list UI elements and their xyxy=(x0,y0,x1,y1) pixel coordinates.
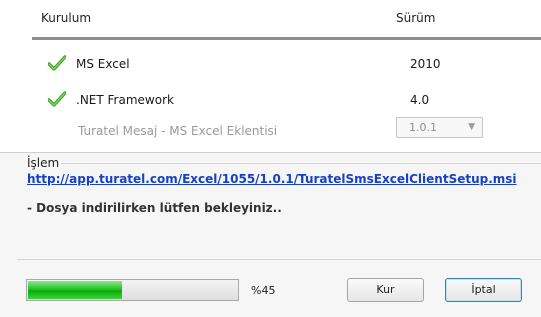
group-border xyxy=(61,163,541,164)
header-version: Sürüm xyxy=(396,11,436,25)
component-name: MS Excel xyxy=(76,57,130,71)
components-panel: Kurulum Sürüm MS Excel 2010 .NET Framewo… xyxy=(22,0,541,148)
component-version: 2010 xyxy=(410,57,441,71)
divider xyxy=(17,259,541,260)
download-status: - Dosya indirilirken lütfen bekleyiniz.. xyxy=(27,201,282,215)
header-install: Kurulum xyxy=(41,11,92,25)
component-row-turatel-addin: Turatel Mesaj - MS Excel Eklentisi 1.0.1… xyxy=(32,117,541,145)
download-progress-bar xyxy=(26,279,239,301)
component-name: Turatel Mesaj - MS Excel Eklentisi xyxy=(78,124,278,138)
components-header: Kurulum Sürüm xyxy=(32,0,541,40)
version-select-value: 1.0.1 xyxy=(409,121,437,134)
component-name: .NET Framework xyxy=(76,93,174,107)
process-group: İşlem http://app.turatel.com/Excel/1055/… xyxy=(0,152,541,248)
check-icon xyxy=(48,91,66,107)
component-row-ms-excel: MS Excel 2010 xyxy=(32,52,541,80)
process-legend: İşlem xyxy=(27,156,60,170)
progress-percent: %45 xyxy=(251,284,276,297)
progress-fill xyxy=(28,281,122,299)
cancel-button[interactable]: İptal xyxy=(445,278,522,302)
version-select[interactable]: 1.0.1 ▼ xyxy=(396,117,483,138)
download-url-link[interactable]: http://app.turatel.com/Excel/1055/1.0.1/… xyxy=(27,172,537,186)
check-icon xyxy=(48,55,66,71)
chevron-down-icon: ▼ xyxy=(468,122,475,132)
component-version: 4.0 xyxy=(410,93,430,107)
install-button[interactable]: Kur xyxy=(347,278,424,302)
action-bar: %45 Kur İptal xyxy=(0,247,541,317)
component-row-net-framework: .NET Framework 4.0 xyxy=(32,88,541,116)
